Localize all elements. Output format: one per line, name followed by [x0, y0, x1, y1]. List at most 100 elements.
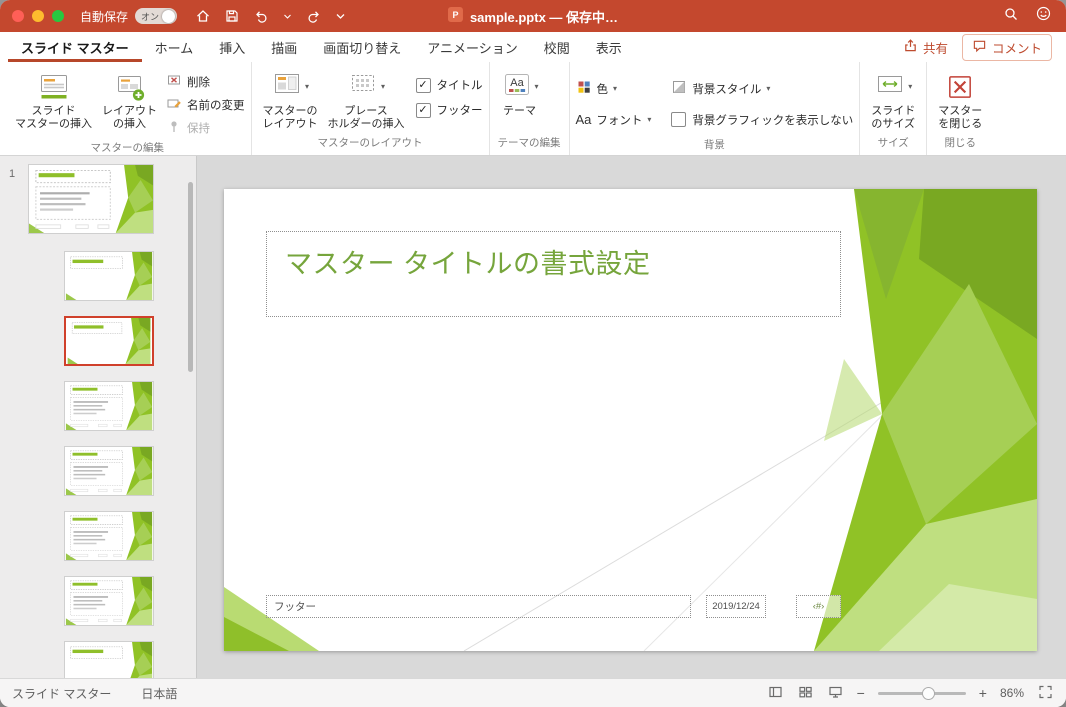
- fonts-icon: Aa: [576, 112, 592, 127]
- date-placeholder[interactable]: 2019/12/24: [706, 595, 766, 618]
- slide-number-placeholder[interactable]: ‹#›: [796, 595, 841, 618]
- checkbox-unchecked-icon: [671, 112, 686, 127]
- tab-transitions[interactable]: 画面切り替え: [310, 32, 414, 62]
- comments-button[interactable]: コメント: [962, 34, 1052, 61]
- background-styles-button[interactable]: 背景スタイル ▾: [671, 78, 853, 99]
- close-master-button[interactable]: マスター を閉じる: [933, 67, 987, 133]
- save-icon[interactable]: [224, 8, 240, 24]
- tab-animations[interactable]: アニメーション: [414, 32, 530, 62]
- document-title-area: P sample.pptx — 保存中…: [448, 0, 618, 32]
- themes-icon: Aa: [501, 69, 533, 105]
- group-background: 色 ▾ 背景スタイル ▾ Aa フォント ▾ 背: [570, 62, 861, 155]
- title-checkbox[interactable]: ✓ タイトル: [416, 77, 483, 93]
- home-icon[interactable]: [195, 8, 211, 24]
- search-icon[interactable]: [1003, 6, 1019, 27]
- redo-icon[interactable]: [305, 8, 322, 24]
- svg-text:P: P: [452, 10, 458, 20]
- undo-dropdown-chevron-icon[interactable]: [283, 8, 292, 24]
- zoom-out-button[interactable]: −: [857, 685, 865, 701]
- insert-placeholder-button[interactable]: ▾ プレース ホルダーの挿入: [323, 67, 410, 133]
- thumbnail-scrollbar[interactable]: [188, 182, 193, 372]
- tab-view[interactable]: 表示: [583, 32, 635, 62]
- insert-layout-button[interactable]: レイアウト の挿入: [97, 67, 162, 133]
- normal-view-icon[interactable]: [767, 684, 784, 703]
- customize-toolbar-chevron-icon[interactable]: [335, 8, 346, 24]
- ribbon: スライド マスターの挿入 レイアウト の挿入 削除 名前の変更: [0, 62, 1066, 156]
- group-label-size: サイズ: [866, 133, 920, 155]
- fonts-button[interactable]: Aa フォント ▾: [576, 109, 652, 130]
- group-master-layout: ▾ マスターの レイアウト ▾ プレース ホルダーの挿入 ✓: [252, 62, 490, 155]
- titlebar-right-icons: [1003, 0, 1052, 32]
- autosave-toggle-knob: [162, 10, 175, 23]
- insert-slide-master-button[interactable]: スライド マスターの挿入: [10, 67, 97, 133]
- hide-background-graphics-checkbox[interactable]: 背景グラフィックを表示しない: [671, 112, 853, 128]
- chevron-down-icon: ▾: [647, 116, 651, 124]
- zoom-slider-knob[interactable]: [922, 687, 935, 700]
- zoom-in-button[interactable]: +: [979, 685, 987, 701]
- powerpoint-window: 自動保存 オン P sample.pptx — 保存中… スライド マスター: [0, 0, 1066, 707]
- titlebar: 自動保存 オン P sample.pptx — 保存中…: [0, 0, 1066, 32]
- group-label-close: 閉じる: [933, 133, 987, 155]
- chevron-down-icon: ▾: [305, 83, 309, 91]
- slide-editing-surface[interactable]: マスター タイトルの書式設定 フッター 2019/12/24 ‹#›: [224, 189, 1037, 651]
- tab-slide-master[interactable]: スライド マスター: [8, 32, 142, 62]
- colors-button[interactable]: 色 ▾: [576, 78, 652, 99]
- minimize-window-button[interactable]: [32, 10, 44, 22]
- autosave-toggle[interactable]: オン: [135, 8, 177, 24]
- share-icon: [903, 38, 918, 56]
- master-layout-icon: [271, 69, 303, 105]
- powerpoint-doc-icon: P: [448, 7, 463, 25]
- share-button[interactable]: 共有: [903, 38, 948, 57]
- tab-draw[interactable]: 描画: [258, 32, 310, 62]
- ribbon-tabs: スライド マスター ホーム 挿入 描画 画面切り替え アニメーション 校閲 表示: [0, 32, 635, 62]
- layout-thumbnail-5[interactable]: [64, 511, 154, 561]
- themes-button[interactable]: Aa ▾ テーマ: [496, 67, 544, 120]
- layout-thumbnail-3[interactable]: [64, 381, 154, 431]
- master-layout-button[interactable]: ▾ マスターの レイアウト: [258, 67, 323, 133]
- group-size: ▾ スライド のサイズ サイズ: [860, 62, 927, 155]
- fullscreen-window-button[interactable]: [52, 10, 64, 22]
- rename-button[interactable]: 名前の変更: [166, 94, 245, 115]
- undo-icon[interactable]: [253, 8, 270, 24]
- slide-master-thumbnail[interactable]: [28, 164, 154, 234]
- tab-review[interactable]: 校閲: [531, 32, 583, 62]
- tab-insert[interactable]: 挿入: [206, 32, 258, 62]
- slide-canvas: マスター タイトルの書式設定 フッター 2019/12/24 ‹#›: [197, 156, 1066, 679]
- chevron-down-icon: ▾: [613, 85, 617, 93]
- slideshow-view-icon[interactable]: [827, 684, 844, 703]
- delete-button[interactable]: 削除: [166, 71, 245, 92]
- footer-placeholder[interactable]: フッター: [266, 595, 691, 618]
- close-master-icon: [945, 69, 975, 105]
- background-styles-icon: [671, 79, 687, 98]
- preserve-button[interactable]: 保持: [166, 117, 245, 138]
- layout-thumbnail-4[interactable]: [64, 446, 154, 496]
- slide-size-button[interactable]: ▾ スライド のサイズ: [866, 67, 920, 133]
- layout-thumbnail-7[interactable]: [64, 641, 154, 679]
- footer-checkbox[interactable]: ✓ フッター: [416, 102, 483, 118]
- status-language[interactable]: 日本語: [141, 685, 177, 702]
- checkbox-checked-icon: ✓: [416, 103, 431, 118]
- layout-thumbnail-6[interactable]: [64, 576, 154, 626]
- slide-sorter-view-icon[interactable]: [797, 684, 814, 703]
- chevron-down-icon: ▾: [766, 85, 770, 93]
- delete-icon: [166, 73, 182, 91]
- close-window-button[interactable]: [12, 10, 24, 22]
- layout-thumbnail-2-selected[interactable]: [64, 316, 154, 366]
- title-placeholder[interactable]: マスター タイトルの書式設定: [266, 231, 841, 317]
- autosave-label: 自動保存: [80, 8, 128, 25]
- zoom-percentage[interactable]: 86%: [1000, 686, 1024, 700]
- tab-home[interactable]: ホーム: [142, 32, 207, 62]
- master-slide-number: 1: [9, 168, 15, 180]
- slide-size-icon: [874, 69, 906, 105]
- main-content: 1: [0, 156, 1066, 679]
- quick-access-toolbar: [195, 8, 346, 24]
- group-edit-theme: Aa ▾ テーマ テーマの編集: [490, 62, 570, 155]
- layout-thumbnail-1[interactable]: [64, 251, 154, 301]
- fit-to-window-icon[interactable]: [1037, 684, 1054, 703]
- document-title: sample.pptx — 保存中…: [470, 7, 618, 26]
- window-controls: [12, 10, 64, 22]
- feedback-smiley-icon[interactable]: [1035, 5, 1052, 27]
- zoom-slider[interactable]: [878, 692, 966, 695]
- slide-thumbnail-panel: 1: [0, 156, 197, 679]
- svg-text:Aa: Aa: [510, 77, 524, 89]
